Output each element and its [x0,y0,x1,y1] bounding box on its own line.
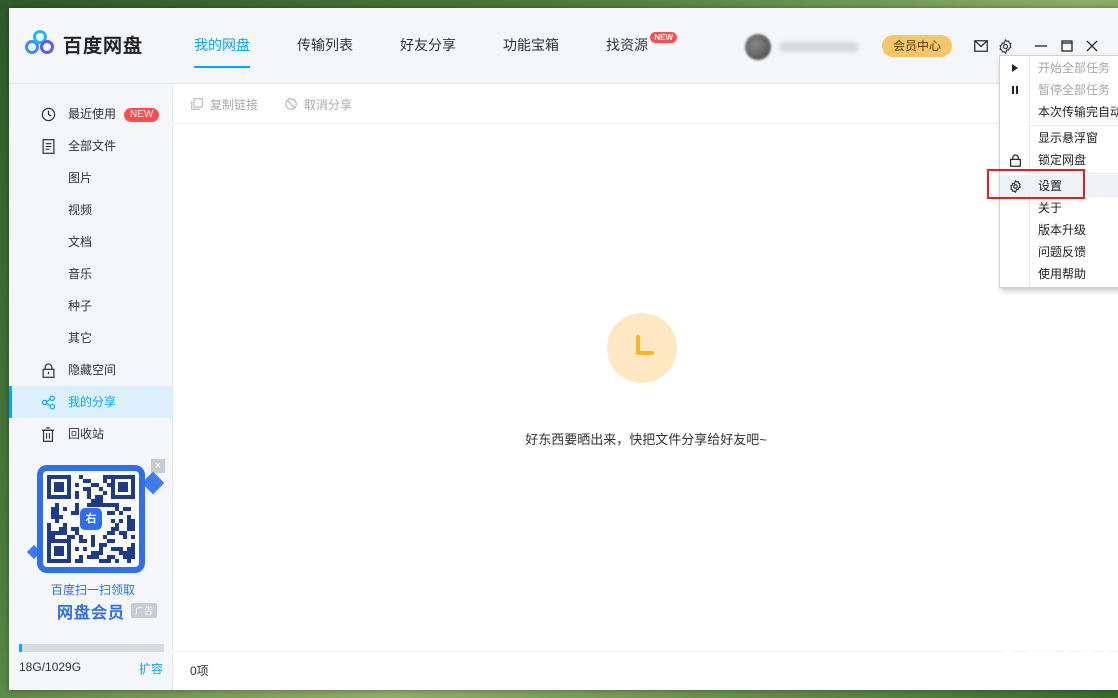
menu-item-about[interactable]: 关于 [1000,197,1118,219]
menu-item-feedback[interactable]: 问题反馈 [1000,241,1118,263]
sidebar-item-hidden-space[interactable]: 隐藏空间 [9,354,172,386]
sidebar-item-label: 我的分享 [68,395,117,409]
maximize-icon[interactable] [1059,38,1075,54]
top-nav: 我的网盘 传输列表 好友分享 功能宝箱 找资源 NEW [179,8,680,84]
qr-code-frame: 右 [37,465,145,573]
app-window: 百度网盘 我的网盘 传输列表 好友分享 功能宝箱 找资源 NEW 会员中心 最近… [9,8,1118,690]
cancel-share-label: 取消分享 [304,97,353,112]
trash-icon [40,426,56,442]
nav-find-resources-label: 找资源 [606,37,648,53]
qr-code: 右 [43,471,139,567]
ad-tag: 广告 [131,603,158,618]
new-badge: NEW [124,108,160,122]
site-watermark-logo [987,629,1109,683]
menu-item-label: 暂停全部任务 [1038,83,1111,97]
sidebar-item-all-files[interactable]: 全部文件 [9,130,172,162]
menu-item-label: 开始全部任务 [1038,61,1111,75]
close-icon[interactable] [1084,38,1100,54]
sidebar-item-videos[interactable]: 视频 [9,194,172,226]
clock-icon [40,106,56,122]
sidebar-item-images[interactable]: 图片 [9,162,172,194]
menu-item-auto-shutdown[interactable]: 本次传输完自动关机 [1000,101,1118,123]
cloud-logo-icon [25,30,55,58]
menu-item-help[interactable]: 使用帮助 [1000,263,1118,285]
lock-icon [1007,152,1023,168]
sidebar-item-torrents[interactable]: 种子 [9,290,172,322]
menu-item-pause-all[interactable]: 暂停全部任务 [1000,79,1118,101]
minimize-icon[interactable] [1033,38,1049,54]
sidebar-item-label: 隐藏空间 [68,363,117,377]
status-bar: 0项 [174,651,1118,690]
share-icon [40,394,56,410]
sidebar-item-label: 全部文件 [68,139,117,153]
copy-icon [190,98,203,111]
item-count: 0项 [190,664,209,678]
toolbar: 复制链接 取消分享 [174,85,1118,124]
sidebar-item-others[interactable]: 其它 [9,322,172,354]
ad-text-line2: 网盘会员 [57,605,126,622]
sidebar-item-music[interactable]: 音乐 [9,258,172,290]
mail-icon[interactable] [973,38,989,54]
nav-find-resources[interactable]: 找资源 NEW [591,8,677,84]
lock-icon [40,362,56,378]
new-badge: NEW [650,32,677,43]
document-icon [40,138,56,154]
forbidden-icon [284,98,297,111]
sidebar-item-label: 回收站 [68,427,105,441]
qr-badge: 右 [80,508,102,530]
username-blurred [779,42,859,52]
storage-quota-bar [19,644,164,652]
settings-highlight-box [987,169,1085,199]
app-logo[interactable]: 百度网盘 [25,30,143,58]
menu-item-lock-disk[interactable]: 锁定网盘 [1000,149,1118,171]
vip-center-button[interactable]: 会员中心 [882,35,953,57]
avatar [745,34,771,60]
storage-quota-fill [19,644,22,652]
app-name: 百度网盘 [63,35,144,57]
nav-friend-share[interactable]: 好友分享 [385,8,471,84]
copy-link-button[interactable]: 复制链接 [190,96,258,113]
decor-cube [141,471,165,495]
pause-icon [1007,82,1023,98]
empty-state-clock-icon [607,313,677,383]
share-content-area: 好东西要晒出来，快把文件分享给好友吧~ [174,125,1118,651]
sidebar-item-recycle-bin[interactable]: 回收站 [9,418,172,450]
sidebar-item-recent[interactable]: 最近使用 NEW [9,98,172,130]
cancel-share-button[interactable]: 取消分享 [284,96,352,113]
menu-item-label: 锁定网盘 [1038,153,1087,167]
sidebar-item-docs[interactable]: 文档 [9,226,172,258]
play-icon [1007,60,1023,76]
ad-text-line1: 百度扫一扫领取 [50,583,135,597]
storage-quota-text: 18G/1029G [19,660,82,674]
copy-link-label: 复制链接 [210,97,259,112]
menu-item-floating-window[interactable]: 显示悬浮窗 [1000,127,1118,149]
menu-divider [1030,125,1118,126]
title-bar: 百度网盘 我的网盘 传输列表 好友分享 功能宝箱 找资源 NEW 会员中心 [9,8,1118,84]
nav-toolbox[interactable]: 功能宝箱 [488,8,574,84]
ad-banner[interactable]: × 右 百度扫一扫领取 网盘会员 广告 [26,459,167,622]
expand-storage-link[interactable]: 扩容 [139,660,163,677]
gear-icon[interactable] [997,38,1013,54]
sidebar-item-label: 最近使用 [68,107,117,121]
sidebar-item-my-share[interactable]: 我的分享 [9,386,172,418]
menu-item-upgrade[interactable]: 版本升级 [1000,219,1118,241]
nav-transfer-list[interactable]: 传输列表 [282,8,368,84]
user-profile[interactable] [745,34,859,60]
sidebar: 最近使用 NEW 全部文件 图片 视频 文档 音乐 种子 其它 隐藏空间 我的分享 [9,85,173,690]
empty-state-message: 好东西要晒出来，快把文件分享给好友吧~ [525,432,767,447]
menu-item-start-all[interactable]: 开始全部任务 [1000,57,1118,79]
nav-my-disk[interactable]: 我的网盘 [179,8,265,84]
